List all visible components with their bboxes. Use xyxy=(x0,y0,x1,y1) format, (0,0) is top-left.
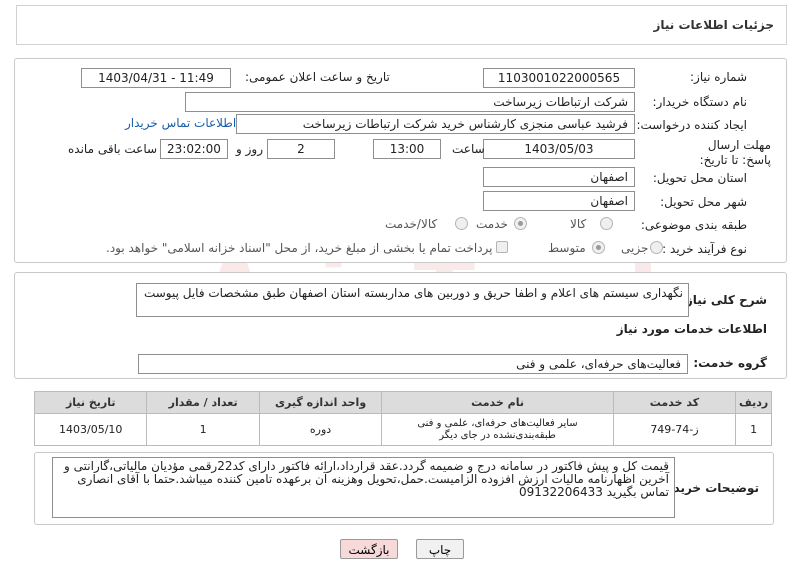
process-option-medium: متوسط xyxy=(548,241,586,255)
category-label: طبقه بندی موضوعی: xyxy=(640,218,747,232)
category-option-goods: کالا xyxy=(570,217,587,231)
col-quantity: تعداد / مقدار xyxy=(146,391,260,414)
treasury-payment-note: پرداخت تمام یا بخشی از مبلغ خرید، از محل… xyxy=(106,241,493,255)
table-header-row: ردیف کد خدمت نام خدمت واحد اندازه گیری ت… xyxy=(33,391,772,414)
page-title: جزئیات اطلاعات نیاز xyxy=(653,18,774,32)
category-radio-goods-service[interactable] xyxy=(455,217,468,230)
deadline-label: مهلت ارسال پاسخ: تا تاریخ: xyxy=(699,138,771,167)
buyer-org-label: نام دستگاه خریدار: xyxy=(652,95,748,109)
cell-service-code: ز-74-749 xyxy=(612,413,737,446)
city-field[interactable]: اصفهان xyxy=(483,191,635,211)
need-number-label: شماره نیاز: xyxy=(690,70,747,84)
description-label: شرح کلی نیاز: xyxy=(681,293,767,307)
col-row: ردیف xyxy=(735,391,772,414)
time-label: ساعت xyxy=(452,142,485,156)
announce-label: تاریخ و ساعت اعلان عمومی: xyxy=(245,70,390,84)
cell-quantity: 1 xyxy=(146,413,260,446)
category-option-goods-service: کالا/خدمت xyxy=(385,217,438,231)
creator-field[interactable]: فرشید عباسی منجزی کارشناس خرید شرکت ارتب… xyxy=(236,114,635,134)
category-option-service: خدمت xyxy=(476,217,508,231)
process-radio-minor[interactable] xyxy=(650,241,663,254)
services-table: ردیف کد خدمت نام خدمت واحد اندازه گیری ت… xyxy=(33,391,772,446)
remaining-time-field[interactable]: 23:02:00 xyxy=(160,139,228,159)
remaining-label: ساعت باقی مانده xyxy=(68,142,158,156)
process-radio-medium[interactable] xyxy=(592,241,605,254)
col-need-date: تاریخ نیاز xyxy=(33,391,148,414)
description-text[interactable]: نگهداری سیستم های اعلام و اطفا حریق و دو… xyxy=(136,283,689,317)
treasury-payment-checkbox[interactable] xyxy=(496,241,508,253)
buyer-notes-text[interactable]: قیمت کل و پیش فاکتور در سامانه درج و ضمی… xyxy=(52,457,675,518)
print-button[interactable]: چاپ xyxy=(416,539,464,559)
deadline-time-field[interactable]: 13:00 xyxy=(373,139,441,159)
table-row: 1 ز-74-749 سایر فعالیت‌های حرفه‌ای، علمی… xyxy=(33,413,772,446)
col-unit: واحد اندازه گیری xyxy=(258,391,383,414)
province-label: استان محل تحویل: xyxy=(652,171,747,185)
services-section-title: اطلاعات خدمات مورد نیاز xyxy=(616,322,767,336)
category-radio-goods[interactable] xyxy=(600,217,613,230)
deadline-date-field[interactable]: 1403/05/03 xyxy=(483,139,635,159)
category-radio-service[interactable] xyxy=(514,217,527,230)
city-label: شهر محل تحویل: xyxy=(660,195,747,209)
province-field[interactable]: اصفهان xyxy=(483,167,635,187)
service-group-field[interactable]: فعالیت‌های حرفه‌ای، علمی و فنی xyxy=(138,354,688,374)
cell-unit: دوره xyxy=(258,413,383,446)
buyer-org-field[interactable]: شرکت ارتباطات زیرساخت xyxy=(185,92,635,112)
col-service-code: کد خدمت xyxy=(612,391,737,414)
cell-need-date: 1403/05/10 xyxy=(33,413,148,446)
col-service-name: نام خدمت xyxy=(381,391,614,414)
cell-row: 1 xyxy=(735,413,772,446)
need-number-field[interactable]: 1103001022000565 xyxy=(483,68,635,88)
service-group-label: گروه خدمت: xyxy=(693,356,767,370)
info-panel xyxy=(14,58,787,263)
process-option-minor: جزیی xyxy=(621,241,649,255)
days-field[interactable]: 2 xyxy=(267,139,335,159)
process-label: نوع فرآیند خرید : xyxy=(662,242,747,256)
creator-label: ایجاد کننده درخواست: xyxy=(636,118,747,132)
cell-service-name: سایر فعالیت‌های حرفه‌ای، علمی و فنی طبقه… xyxy=(381,413,614,446)
days-label: روز و xyxy=(236,142,263,156)
back-button[interactable]: بازگشت xyxy=(340,539,398,559)
buyer-contact-link[interactable]: اطلاعات تماس خریدار xyxy=(125,116,236,130)
page-header: جزئیات اطلاعات نیاز xyxy=(16,5,787,45)
announce-field[interactable]: 1403/04/31 - 11:49 xyxy=(81,68,231,88)
